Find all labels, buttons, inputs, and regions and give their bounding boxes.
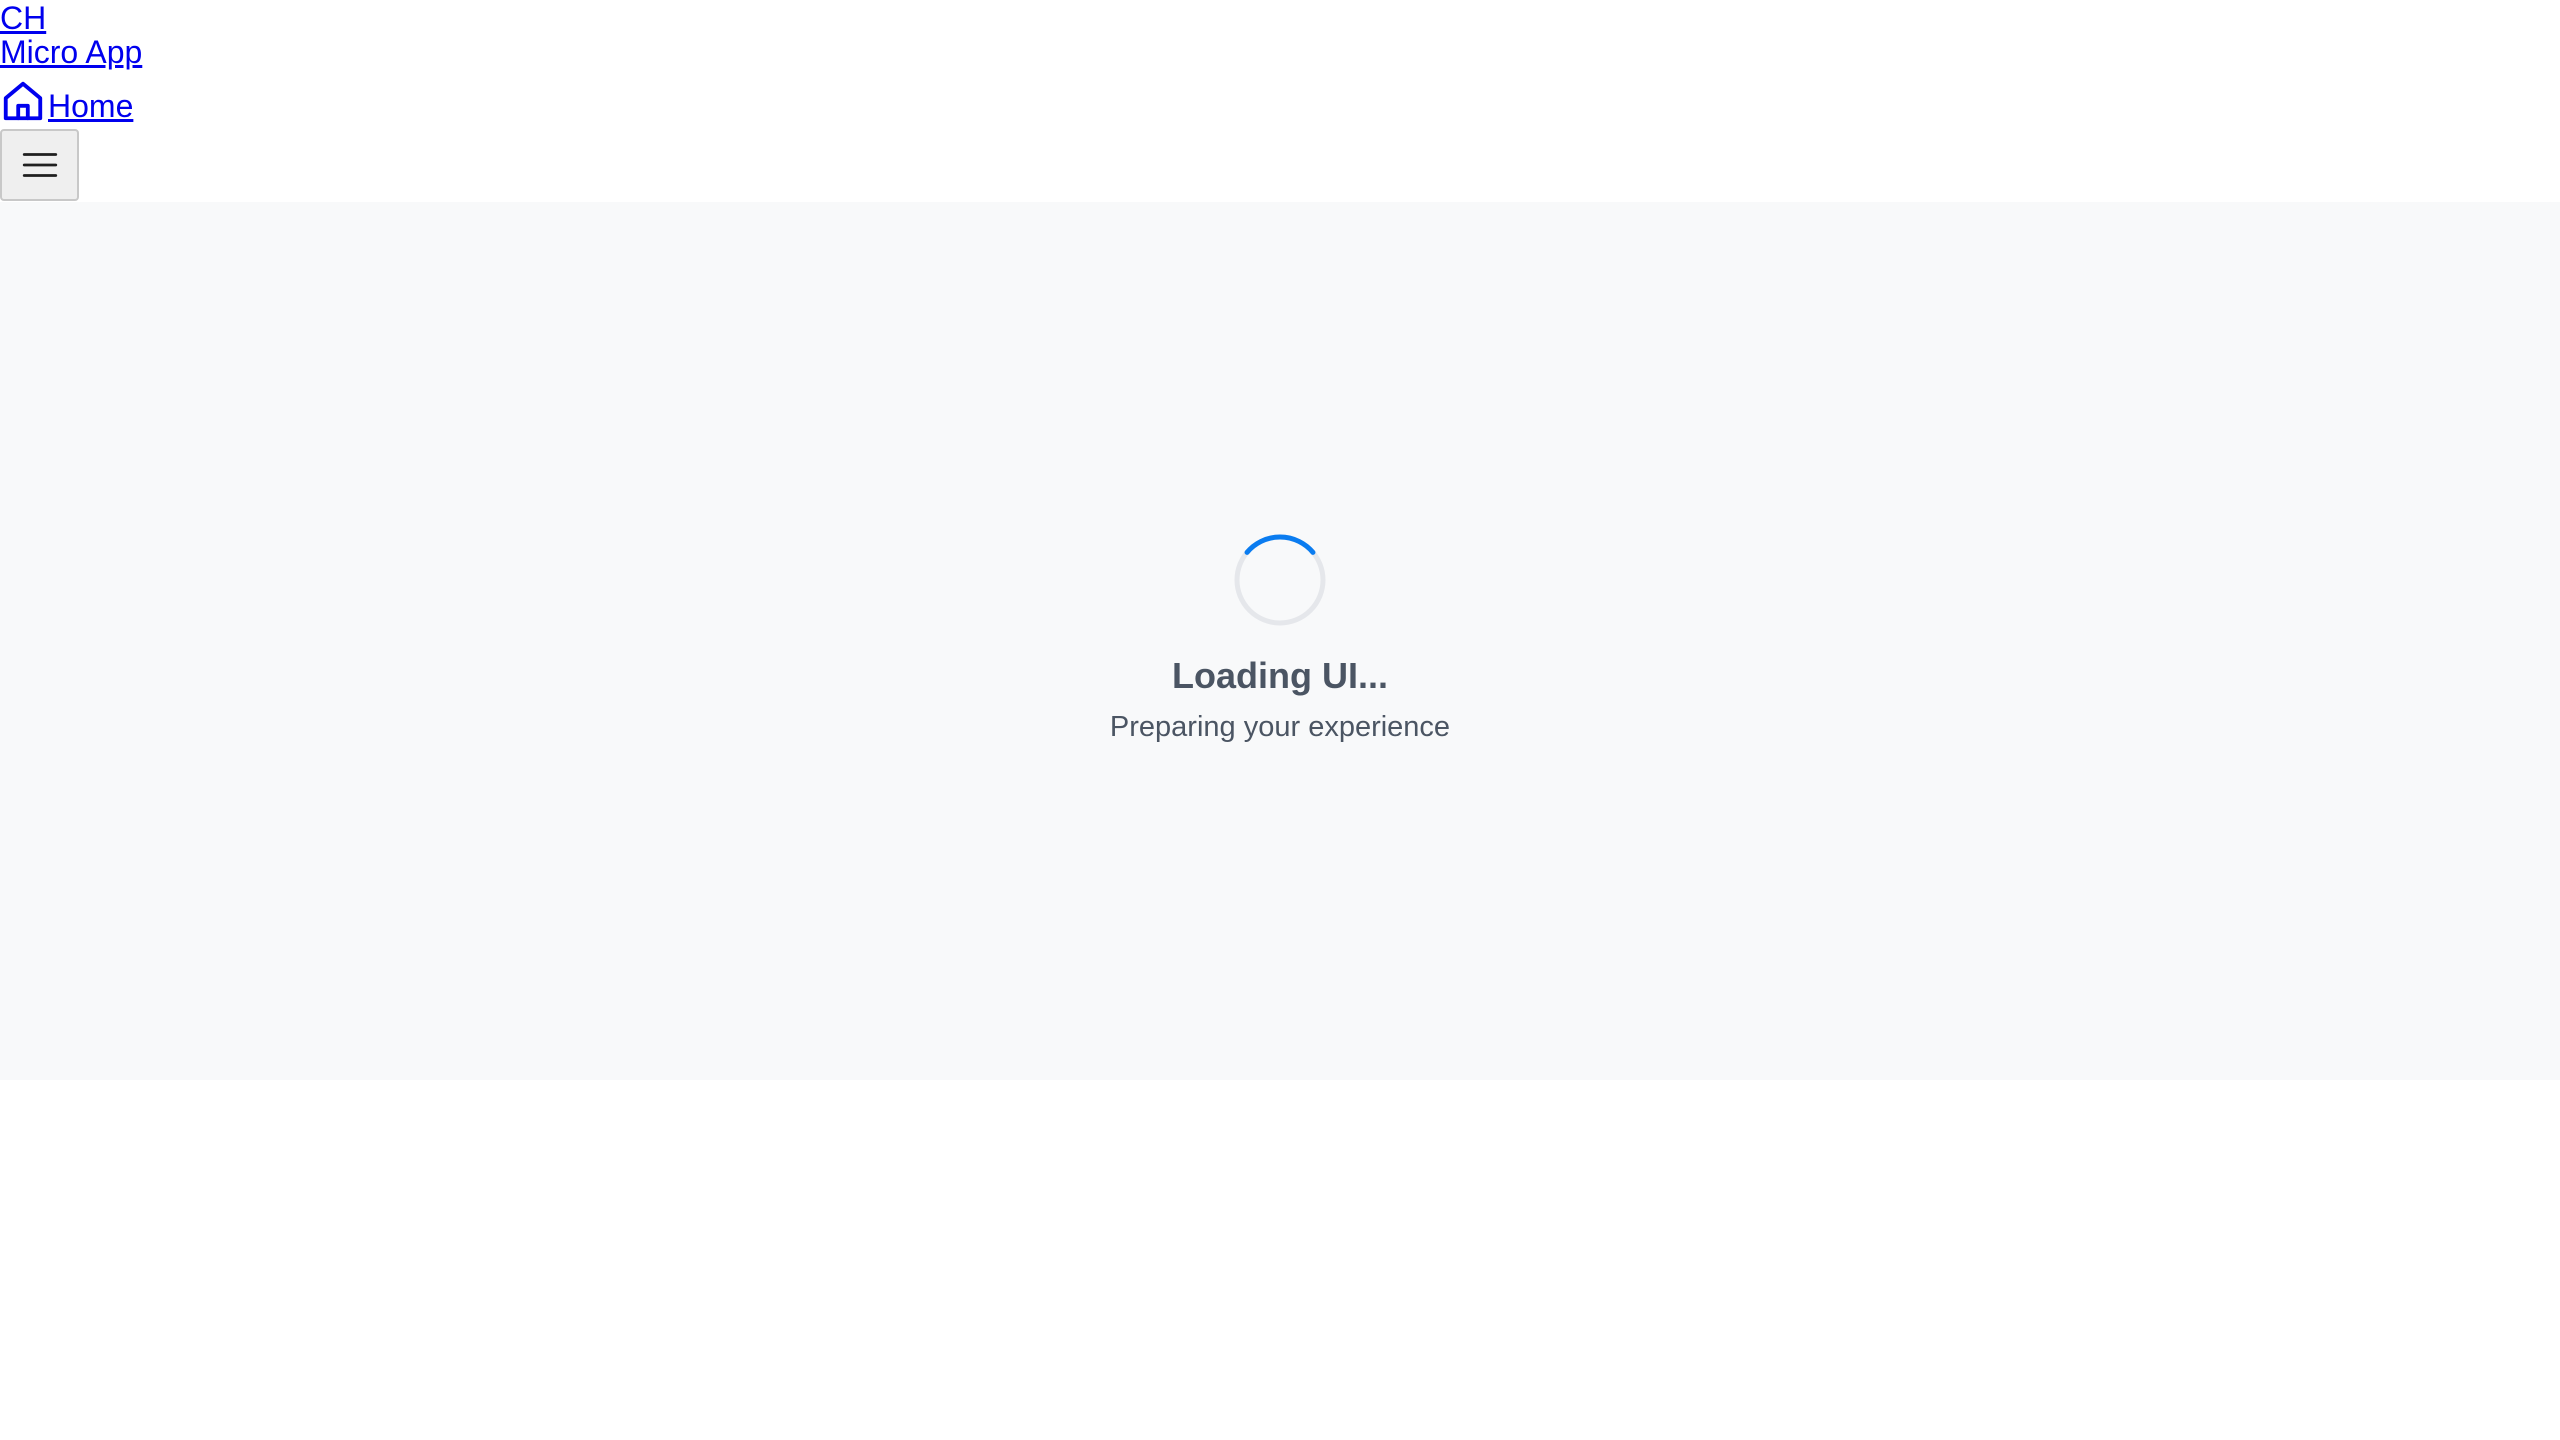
home-icon <box>0 78 46 124</box>
brand-name-link[interactable]: Micro App <box>0 34 142 70</box>
loading-title: Loading UI... <box>1172 655 1388 696</box>
menu-toggle-button[interactable] <box>0 129 79 201</box>
home-label: Home <box>48 88 134 124</box>
main-content: Loading UI... Preparing your experience <box>0 202 2560 1080</box>
loading-spinner-icon <box>1234 534 1326 626</box>
home-link[interactable]: Home <box>0 72 133 124</box>
loading-panel: Loading UI... Preparing your experience <box>0 534 2560 746</box>
app-header: CH Micro App Home <box>0 0 2560 202</box>
loading-subtitle: Preparing your experience <box>1109 711 1451 743</box>
brand-abbr-link[interactable]: CH <box>0 0 46 36</box>
hamburger-menu-icon <box>19 144 61 186</box>
